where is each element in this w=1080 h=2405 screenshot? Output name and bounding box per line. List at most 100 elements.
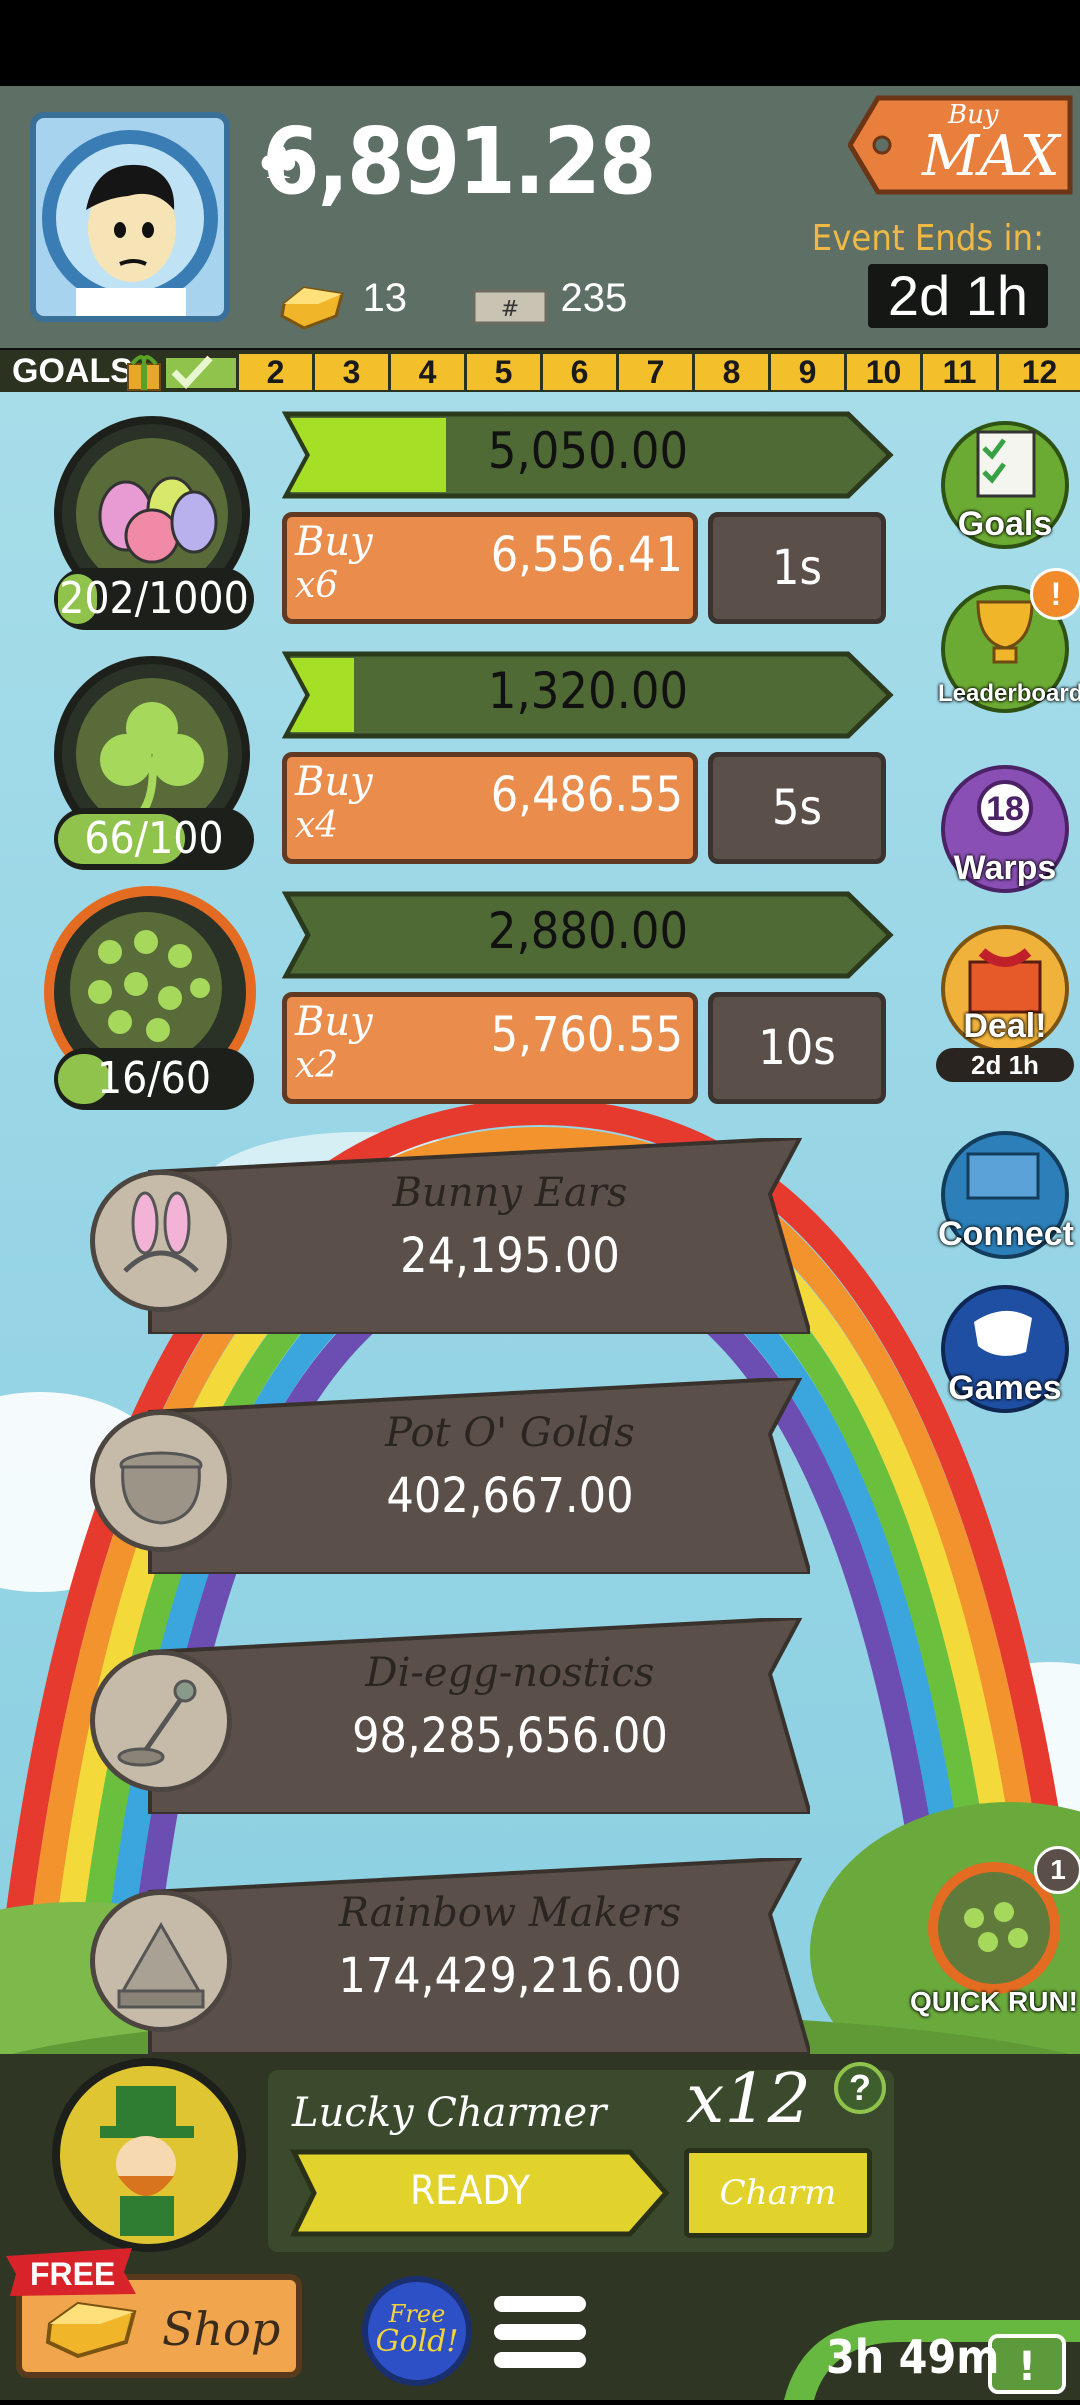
ready-label: READY <box>410 2168 530 2214</box>
clover-progress-bar: 1,320.00 <box>281 650 894 740</box>
free-gold-label: Free Gold! <box>375 2300 459 2359</box>
goal-cell: 8 <box>692 354 768 390</box>
warps-side-label: Warps <box>953 849 1057 887</box>
goal-cell: 6 <box>540 354 616 390</box>
shop-label: Shop <box>162 2302 281 2356</box>
goal-cell: 12 <box>996 354 1080 390</box>
goal-cell: 10 <box>844 354 920 390</box>
megabucks-count: 235 <box>560 276 628 320</box>
clover-field-timer-button[interactable]: 10s <box>708 992 886 1104</box>
play-area: 202/1000 5,050.00 Buy x6 6,556.41 1s 66/1… <box>0 392 1080 2054</box>
eggs-buy-price: 6,556.41 <box>490 527 683 583</box>
eggs-owned-pill: 202/1000 <box>54 568 254 630</box>
games-side-label: Games <box>948 1369 1062 1407</box>
quick-run-button[interactable]: 1 QUICK RUN! <box>910 1846 1080 2022</box>
manager-name: Bunny Ears <box>392 1170 628 1216</box>
currency-total: 6,891.28 <box>262 108 656 215</box>
eggs-timer-button[interactable]: 1s <box>708 512 886 624</box>
eggs-buy-button[interactable]: Buy x6 6,556.41 <box>282 512 698 624</box>
quick-run-badge: 1 <box>1034 1846 1080 1894</box>
checkmark-progress-icon <box>166 355 246 390</box>
gold-stat[interactable]: 13 <box>278 276 407 332</box>
goals-side-button[interactable]: Goals <box>938 418 1072 552</box>
svg-text:#: # <box>501 297 519 322</box>
clover-field-owned-pill: 16/60 <box>54 1048 254 1110</box>
deal-timer: 2d 1h <box>936 1048 1074 1082</box>
manager-value: 24,195.00 <box>400 1228 620 1284</box>
quick-run-label: QUICK RUN! <box>910 1986 1078 2017</box>
clover-owned-count: 66/100 <box>84 813 224 864</box>
clover-field-icon <box>88 930 210 1042</box>
warps-count: 18 <box>986 790 1024 828</box>
player-avatar[interactable] <box>30 112 230 322</box>
astronaut-avatar-icon <box>42 130 218 316</box>
games-side-button[interactable]: Games <box>938 1282 1072 1416</box>
di-egg-nostics-manager-icon-frame <box>90 1650 232 1792</box>
clover-field-buy-price: 5,760.55 <box>490 1007 683 1063</box>
manager-value: 174,429,216.00 <box>338 1948 682 2004</box>
status-bar <box>0 0 1080 86</box>
manager-name: Di-egg-nostics <box>365 1650 655 1696</box>
eggs-progress-value: 5,050.00 <box>487 422 689 480</box>
goal-cell: 5 <box>464 354 540 390</box>
pot-o-golds-manager-icon-frame <box>90 1410 232 1552</box>
deal-side-button[interactable]: Deal! 2d 1h <box>936 922 1074 1082</box>
connect-side-button[interactable]: Connect <box>938 1128 1074 1262</box>
manager-value: 402,667.00 <box>386 1468 634 1524</box>
free-tag: FREE <box>6 2248 136 2296</box>
charm-manager-name: Lucky Charmer <box>292 2090 607 2136</box>
manager-name: Pot O' Golds <box>385 1410 635 1456</box>
clover-progress-value: 1,320.00 <box>487 662 689 720</box>
deal-side-label: Deal! <box>963 1007 1047 1045</box>
goals-label: GOALS <box>12 352 133 390</box>
leaderboard-side-label: Leaderboard <box>938 680 1080 707</box>
free-gold-button[interactable]: Free Gold! <box>362 2276 472 2386</box>
goal-cell: 9 <box>768 354 844 390</box>
warps-side-button[interactable]: 18 Warps <box>938 762 1072 896</box>
charm-button[interactable]: Charm <box>684 2148 872 2238</box>
manager-value: 98,285,656.00 <box>352 1708 668 1764</box>
buy-label: Buy x6 <box>295 519 373 606</box>
bonus-timer: 3h 49m <box>826 2330 1000 2384</box>
gold-bar-icon <box>45 2301 137 2359</box>
clover-buy-price: 6,486.55 <box>490 767 683 823</box>
goal-cell: 2 <box>236 354 312 390</box>
clover-buy-button[interactable]: Buy x4 6,486.55 <box>282 752 698 864</box>
clover-field-owned-count: 16/60 <box>96 1053 212 1104</box>
clover-field-progress-bar: 2,880.00 <box>281 890 894 980</box>
ready-button[interactable]: READY <box>289 2148 670 2238</box>
goal-cell: 4 <box>388 354 464 390</box>
alert-badge-icon: ! <box>1030 568 1080 620</box>
goal-cell: 11 <box>920 354 996 390</box>
manager-name: Rainbow Makers <box>338 1890 682 1936</box>
leprechaun-icon <box>100 2086 194 2236</box>
gold-bar-icon <box>280 286 344 330</box>
clover-field-buy-button[interactable]: Buy x2 5,760.55 <box>282 992 698 1104</box>
charm-multiplier: x12 <box>686 2060 811 2139</box>
help-icon[interactable]: ? <box>834 2062 886 2114</box>
goals-bar[interactable]: GOALS 2 3 4 5 6 7 8 9 10 11 12 <box>0 348 1080 396</box>
hamburger-menu-icon <box>494 2296 586 2368</box>
menu-button[interactable] <box>490 2290 590 2376</box>
megabucks-stat[interactable]: # 235 <box>472 276 627 329</box>
clover-timer-button[interactable]: 5s <box>708 752 886 864</box>
prism-machine-icon <box>117 1921 205 2009</box>
gold-count: 13 <box>362 276 407 320</box>
leprechaun-manager-avatar[interactable] <box>52 2058 246 2252</box>
leaderboard-side-button[interactable]: Leaderboard ! <box>938 568 1080 716</box>
header: ♣ 6,891.28 13 # 235 Buy MAX Event Ends i… <box>0 86 1080 348</box>
bunny-ears-icon <box>123 1191 199 1273</box>
free-tag-label: FREE <box>30 2256 116 2292</box>
pot-of-gold-icon <box>119 1451 203 1525</box>
metal-detector-icon <box>117 1679 197 1767</box>
megabucks-bill-icon: # <box>472 289 548 325</box>
clover-owned-pill: 66/100 <box>54 808 254 870</box>
rainbow-makers-manager-icon-frame <box>90 1890 232 2032</box>
event-label: Event Ends in: <box>811 218 1044 259</box>
buy-max-label: MAX <box>922 124 1060 189</box>
connect-side-label: Connect <box>938 1215 1074 1253</box>
buy-label: Buy x2 <box>295 999 373 1086</box>
goals-side-label: Goals <box>957 505 1053 543</box>
buy-max-button[interactable]: Buy MAX <box>847 94 1076 196</box>
eggs-owned-count: 202/1000 <box>59 573 249 624</box>
